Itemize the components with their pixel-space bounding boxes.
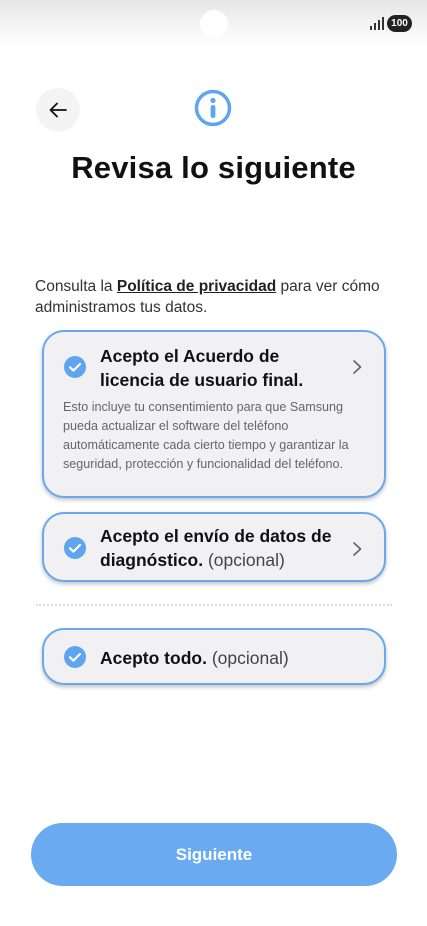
check-circle-icon[interactable]	[64, 646, 86, 668]
signal-icon	[370, 17, 384, 30]
back-button[interactable]	[36, 88, 80, 132]
intro-before-link: Consulta la	[35, 278, 117, 295]
diagnostic-title: Acepto el envío de datos de diagnóstico.…	[100, 524, 350, 572]
chevron-right-icon	[353, 542, 362, 556]
check-circle-icon[interactable]	[64, 356, 86, 378]
optional-label: (opcional)	[207, 550, 285, 570]
diagnostic-data-item[interactable]: Acepto el envío de datos de diagnóstico.…	[42, 512, 386, 582]
eula-description: Esto incluye tu consentimiento para que …	[63, 400, 349, 471]
privacy-intro-text: Consulta la Política de privacidad para …	[35, 276, 385, 318]
front-camera	[200, 10, 228, 38]
divider	[36, 604, 392, 606]
arrow-left-icon	[49, 102, 67, 118]
privacy-policy-link[interactable]: Política de privacidad	[117, 278, 276, 295]
page-title: Revisa lo siguiente	[71, 150, 356, 185]
accept-all-title-text: Acepto todo.	[100, 648, 207, 668]
battery-level: 100	[387, 15, 412, 32]
optional-label: (opcional)	[211, 648, 289, 668]
info-icon	[194, 89, 232, 127]
accept-all-title: Acepto todo. (opcional)	[100, 646, 350, 670]
accept-all-item[interactable]: Acepto todo. (opcional)	[42, 628, 386, 685]
status-bar: 100	[0, 0, 427, 48]
check-circle-icon[interactable]	[64, 537, 86, 559]
eula-title: Acepto el Acuerdo de licencia de usuario…	[100, 346, 304, 390]
eula-agreement-item[interactable]: Acepto el Acuerdo de licencia de usuario…	[42, 330, 386, 498]
chevron-right-icon	[353, 360, 362, 374]
next-button[interactable]: Siguiente	[31, 823, 397, 886]
